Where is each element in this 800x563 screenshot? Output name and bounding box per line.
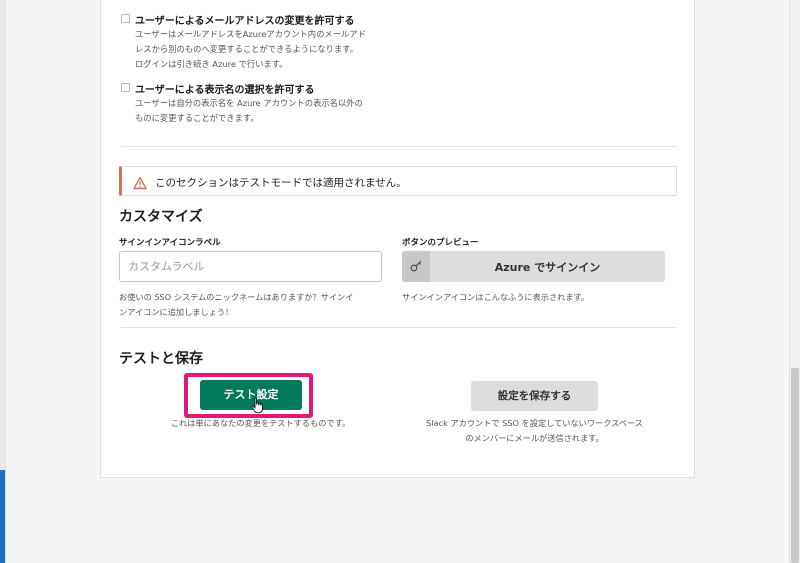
option-description-line: ユーザーはメールアドレスをAzureアカウント内のメールアド	[135, 29, 366, 39]
key-icon	[402, 251, 430, 282]
allow-display-name-checkbox[interactable]	[121, 83, 130, 92]
preview-help: サインインアイコンはこんなふうに表示されます。	[402, 292, 590, 302]
option-description-line: ログインは引き続き Azure で行います。	[135, 59, 288, 69]
hand-cursor-icon	[251, 397, 265, 418]
save-help-line: のメンバーにメールが送信されます。	[465, 433, 604, 443]
sso-settings-panel: ユーザーによるメールアドレスの変更を許可する ユーザーはメールアドレスをAzur…	[100, 0, 695, 478]
option-allow-email-change: ユーザーによるメールアドレスの変更を許可する ユーザーはメールアドレスをAzur…	[121, 12, 401, 72]
scrollbar-thumb[interactable]	[791, 368, 799, 563]
option-description: ユーザーは自分の表示名を Azure アカウントの表示名以外の ものに変更するこ…	[135, 96, 400, 126]
warning-triangle-icon	[133, 175, 147, 190]
option-description-line: ユーザーは自分の表示名を Azure アカウントの表示名以外の	[135, 98, 363, 108]
test-mode-warning: このセクションはテストモードでは適用されません。	[119, 166, 677, 196]
option-description: ユーザーはメールアドレスをAzureアカウント内のメールアド レスから別のものへ…	[135, 27, 400, 72]
highlight-box	[184, 373, 313, 418]
divider	[121, 146, 676, 147]
option-title: ユーザーによる表示名の選択を許可する	[135, 85, 315, 96]
scrollbar[interactable]	[789, 0, 800, 563]
option-allow-display-name: ユーザーによる表示名の選択を許可する ユーザーは自分の表示名を Azure アカ…	[121, 81, 401, 126]
preview-button-text: Azure でサインイン	[494, 261, 601, 274]
save-settings-button[interactable]: 設定を保存する	[471, 381, 598, 411]
test-help: これは単にあなたの変更をテストするものです。	[170, 418, 351, 428]
save-help-line: Slack アカウントで SSO を設定していないワークスペース	[426, 418, 643, 428]
save-help: Slack アカウントで SSO を設定していないワークスペース のメンバーにメ…	[393, 416, 676, 446]
warning-text: このセクションはテストモードでは適用されません。	[155, 177, 407, 189]
customize-heading: カスタマイズ	[119, 209, 203, 225]
divider	[121, 327, 676, 328]
option-description-line: ものに変更することができます。	[135, 113, 259, 123]
signin-label-help: お使いの SSO システムのニックネームはありますか？サインイ ンアイコンに追加…	[119, 290, 394, 320]
option-description-line: レスから別のものへ変更することができるようになります。	[135, 44, 359, 54]
signin-icon-label: サインインアイコンラベル	[119, 238, 221, 248]
test-save-heading: テストと保存	[119, 351, 203, 367]
left-edge-accent	[0, 470, 5, 563]
signin-label-help-line: お使いの SSO システムのニックネームはありますか？サインイ	[119, 292, 354, 302]
signin-button-preview: Azure でサインイン	[402, 251, 665, 282]
allow-email-change-checkbox[interactable]	[121, 14, 130, 23]
option-title: ユーザーによるメールアドレスの変更を許可する	[135, 16, 355, 27]
signin-label-input[interactable]	[119, 251, 382, 282]
signin-label-help-line: ンアイコンに追加しましょう！	[119, 307, 234, 317]
button-preview-label: ボタンのプレビュー	[402, 238, 479, 248]
